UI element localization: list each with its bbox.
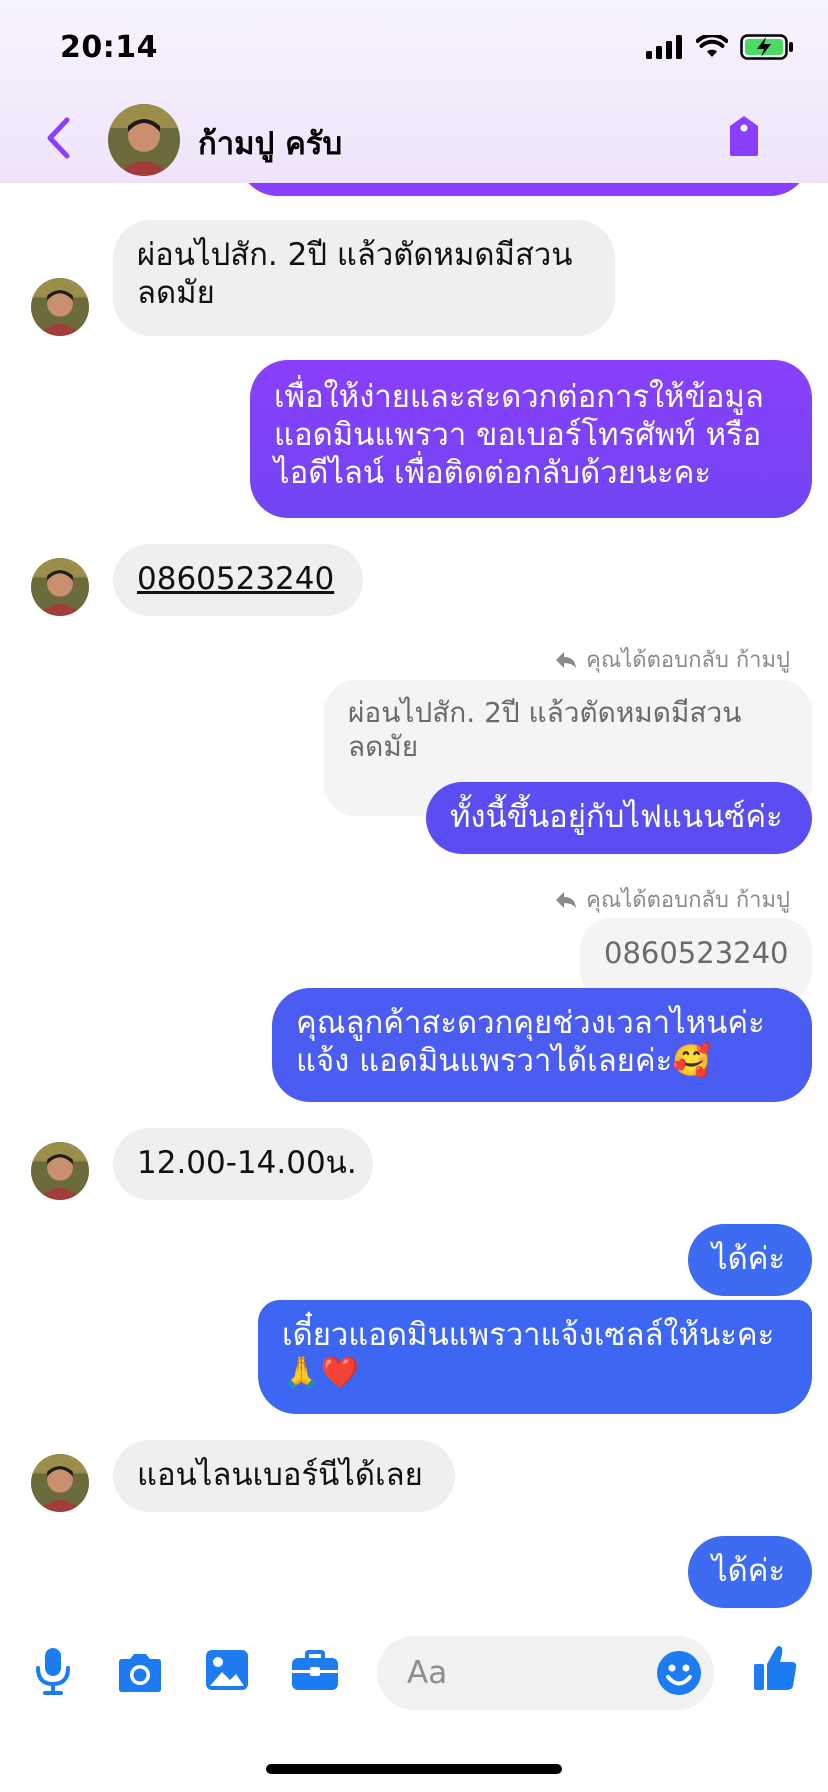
reply-icon	[556, 651, 577, 668]
reply-label: คุณได้ตอบกลับ ก้ามปู	[554, 642, 790, 677]
message-composer: Aa	[0, 1618, 828, 1728]
message-line: แจ้ง แอดมินแพรวาได้เลยค่ะ🥰	[296, 1043, 711, 1079]
outgoing-message[interactable]: เดี๋ยวแอดมินแพรวาแจ้งเซลล์ให้นะคะ 🙏❤️	[258, 1300, 812, 1414]
outgoing-message[interactable]: ได้ค่ะ	[688, 1536, 812, 1608]
message-input-placeholder: Aa	[407, 1655, 448, 1691]
camera-button[interactable]	[115, 1652, 165, 1698]
message-line: แอนไลนเบอร์นีได้เลย	[137, 1457, 423, 1493]
tag-button[interactable]	[726, 114, 762, 162]
microphone-icon	[36, 1648, 70, 1695]
contact-avatar[interactable]	[108, 104, 180, 176]
contact-avatar-small	[31, 1142, 89, 1200]
quoted-line: 0860523240	[604, 936, 789, 970]
emoji-button[interactable]	[656, 1650, 702, 1700]
message-line: ทั้งนี้ขึ้นอยู่กับไฟแนนซ์ค่ะ	[450, 799, 783, 835]
message-line: เพื่อให้ง่ายและสะดวกต่อการให้ข้อมูล	[274, 379, 764, 415]
back-button[interactable]	[36, 110, 80, 166]
message-line: ได้ค่ะ	[712, 1553, 786, 1589]
message-line: ลดมัย	[137, 275, 215, 311]
reply-label: คุณได้ตอบกลับ ก้ามปู	[554, 882, 790, 917]
incoming-message[interactable]: 12.00-14.00น.	[113, 1128, 373, 1200]
status-time: 20:14	[60, 30, 158, 65]
chevron-left-icon	[47, 117, 70, 159]
toolbox-icon	[292, 1650, 338, 1690]
microphone-button[interactable]	[34, 1646, 72, 1700]
contact-avatar-small	[31, 1454, 89, 1512]
signal-icon	[646, 35, 682, 59]
outgoing-message[interactable]: ได้ค่ะ	[688, 1224, 812, 1296]
outgoing-message[interactable]: เพื่อให้ง่ายและสะดวกต่อการให้ข้อมูล แอดม…	[250, 360, 812, 518]
tag-icon	[730, 116, 758, 156]
outgoing-message[interactable]: คุณลูกค้าสะดวกคุยช่วงเวลาไหนค่ะ แจ้ง แอด…	[272, 988, 812, 1102]
message-line: 🙏❤️	[282, 1355, 360, 1391]
thumbs-up-button[interactable]	[752, 1644, 798, 1696]
contact-avatar-small	[31, 278, 89, 336]
apps-button[interactable]	[290, 1650, 340, 1696]
emoji-icon	[657, 1651, 701, 1695]
battery-charging-icon	[740, 34, 793, 60]
incoming-message[interactable]: แอนไลนเบอร์นีได้เลย	[113, 1440, 455, 1512]
phone-number-link[interactable]: 0860523240	[137, 561, 334, 597]
quoted-line: ผ่อนไปสัก. 2ปี แล้วตัดหมดมีสวน	[348, 696, 742, 729]
thumbs-up-icon	[754, 1646, 797, 1690]
home-indicator[interactable]	[266, 1764, 562, 1774]
gallery-icon	[206, 1650, 248, 1690]
incoming-message[interactable]: ผ่อนไปสัก. 2ปี แล้วตัดหมดมีสวน ลดมัย	[113, 220, 615, 336]
camera-icon	[119, 1654, 161, 1692]
message-line: ได้ค่ะ	[712, 1241, 786, 1277]
message-line: ไอดีไลน์ เพื่อติดต่อกลับด้วยนะคะ	[274, 455, 712, 491]
conversation-header: 20:14 ก้ามปู ครับ	[0, 0, 828, 183]
status-icons	[646, 34, 794, 60]
gallery-button[interactable]	[204, 1648, 250, 1696]
outgoing-message[interactable]: ทั้งนี้ขึ้นอยู่กับไฟแนนซ์ค่ะ	[426, 782, 812, 854]
message-line: เดี๋ยวแอดมินแพรวาแจ้งเซลล์ให้นะคะ	[282, 1317, 775, 1353]
message-line: คุณลูกค้าสะดวกคุยช่วงเวลาไหนค่ะ	[296, 1005, 765, 1041]
contact-avatar-small	[31, 558, 89, 616]
message-line: 12.00-14.00น.	[137, 1145, 357, 1181]
message-line: ผ่อนไปสัก. 2ปี แล้วตัดหมดมีสวน	[137, 237, 573, 273]
contact-name[interactable]: ก้ามปู ครับ	[198, 118, 342, 168]
quoted-line: ลดมัย	[348, 730, 419, 763]
reply-icon	[556, 891, 577, 908]
message-line: แอดมินแพรวา ขอเบอร์โทรศัพท์ หรือ	[274, 417, 762, 453]
wifi-icon	[696, 35, 728, 57]
incoming-message[interactable]: 0860523240	[113, 544, 363, 616]
